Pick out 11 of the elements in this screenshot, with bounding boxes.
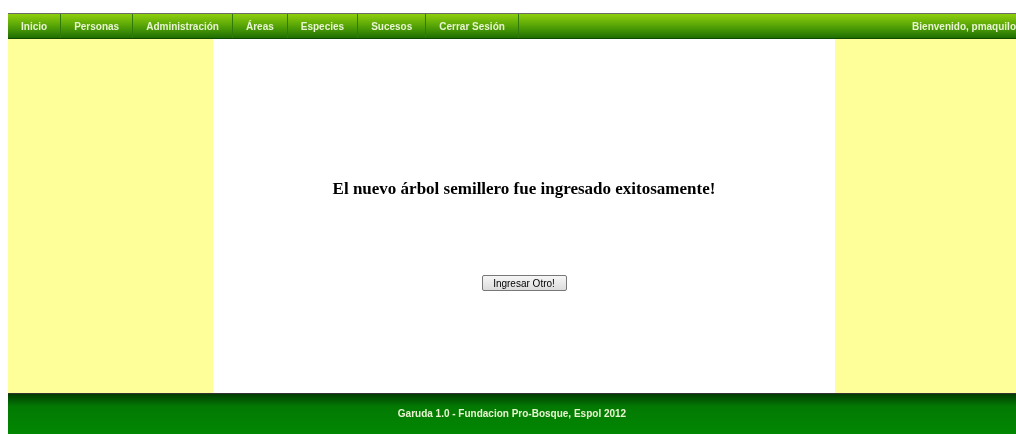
footer-text: Garuda 1.0 - Fundacion Pro-Bosque, Espol 2012	[397, 408, 627, 419]
welcome-text: Bienvenido, pmaquilo	[912, 20, 1016, 32]
nav-link[interactable]: Personas	[61, 14, 134, 38]
nav-link[interactable]: Sucesos	[358, 14, 427, 38]
nav-link[interactable]: Inicio	[8, 14, 62, 38]
nav-link[interactable]: Áreas	[232, 14, 288, 38]
add-another-button[interactable]: Ingresar Otro!	[481, 275, 567, 291]
nav-link[interactable]: Especies	[287, 14, 359, 38]
nav-link[interactable]: Cerrar Sesión	[426, 14, 519, 38]
nav-link[interactable]: Administración	[133, 14, 233, 38]
success-message: El nuevo árbol semillero fue ingresado exitosamente!	[332, 179, 716, 199]
